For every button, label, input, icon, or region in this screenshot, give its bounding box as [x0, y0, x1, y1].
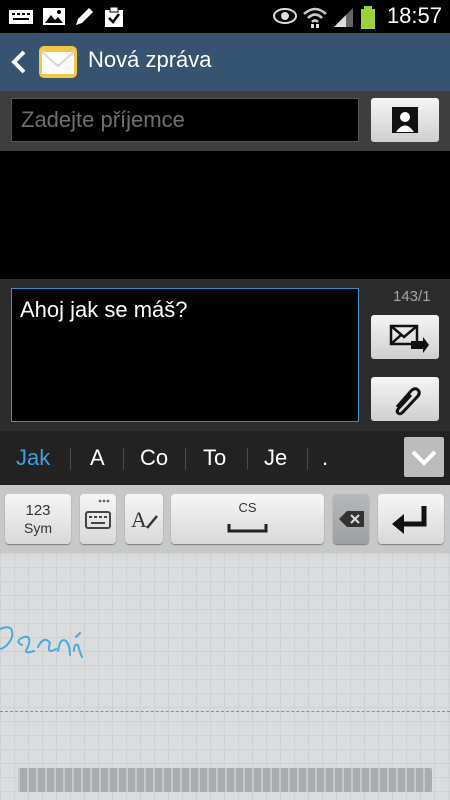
divider — [123, 448, 124, 470]
status-bar: 18:57 — [0, 0, 450, 33]
contact-icon — [392, 107, 418, 133]
send-button[interactable] — [371, 315, 439, 359]
baseline-guide — [0, 711, 450, 712]
symbols-key-label: 123 — [25, 502, 51, 519]
prediction-item[interactable]: To — [203, 445, 226, 471]
enter-key[interactable] — [378, 494, 444, 544]
keyboard-switch-key[interactable] — [80, 494, 116, 544]
handwriting-pad[interactable] — [0, 553, 450, 800]
space-bar-icon — [227, 524, 268, 533]
keyboard-row: 123 Sym A CS — [0, 485, 450, 553]
compose-area: Ahoj jak se máš? 143/1 — [0, 279, 450, 431]
prediction-item[interactable]: A — [90, 445, 105, 471]
space-key[interactable]: CS — [171, 494, 324, 544]
recipient-input[interactable]: Zadejte příjemce — [11, 98, 359, 142]
prediction-item[interactable]: Co — [140, 445, 168, 471]
divider — [185, 448, 186, 470]
divider — [307, 448, 308, 470]
svg-text:A: A — [131, 507, 147, 532]
message-input[interactable]: Ahoj jak se máš? — [11, 288, 359, 422]
prediction-item[interactable]: Jak — [16, 445, 50, 471]
eye-icon — [273, 8, 297, 24]
envelope-icon — [39, 46, 77, 78]
enter-icon — [392, 506, 427, 534]
expand-predictions-button[interactable] — [404, 437, 444, 477]
symbols-key[interactable]: 123 Sym — [5, 494, 71, 544]
handwriting-mode-key[interactable]: A — [125, 494, 163, 544]
pen-icon — [76, 8, 93, 25]
text-pen-icon: A — [131, 507, 158, 532]
chevron-left-icon — [11, 50, 26, 74]
paperclip-icon — [395, 387, 421, 416]
prediction-item[interactable]: Je — [264, 445, 287, 471]
pad-scroll-strip[interactable] — [18, 768, 432, 792]
keyboard-icon — [9, 10, 33, 24]
handwriting-stroke — [0, 626, 83, 658]
prediction-item[interactable]: . — [322, 445, 328, 471]
signal-icon — [334, 8, 353, 27]
backspace-icon — [339, 511, 364, 527]
page-title: Nová zpráva — [88, 47, 212, 72]
keyboard-icon — [85, 499, 111, 529]
send-icon — [389, 324, 429, 353]
char-counter: 143/1 — [393, 288, 431, 305]
prediction-bar: Jak A Co To Je . — [0, 431, 450, 485]
add-contact-button[interactable] — [371, 98, 439, 142]
symbols-key-sublabel: Sym — [24, 520, 52, 536]
attach-button[interactable] — [371, 377, 439, 421]
recipient-row: Zadejte příjemce — [0, 91, 450, 151]
divider — [247, 448, 248, 470]
status-time: 18:57 — [386, 3, 442, 28]
conversation-area — [0, 151, 450, 279]
image-icon — [43, 8, 65, 25]
back-button[interactable] — [8, 48, 30, 76]
wifi-icon — [303, 7, 327, 28]
divider — [70, 448, 71, 470]
battery-icon — [361, 6, 375, 29]
backspace-key[interactable] — [333, 494, 369, 544]
action-bar: Nová zpráva — [0, 33, 450, 91]
chevron-down-icon — [411, 450, 437, 466]
clipboard-check-icon — [105, 6, 123, 27]
